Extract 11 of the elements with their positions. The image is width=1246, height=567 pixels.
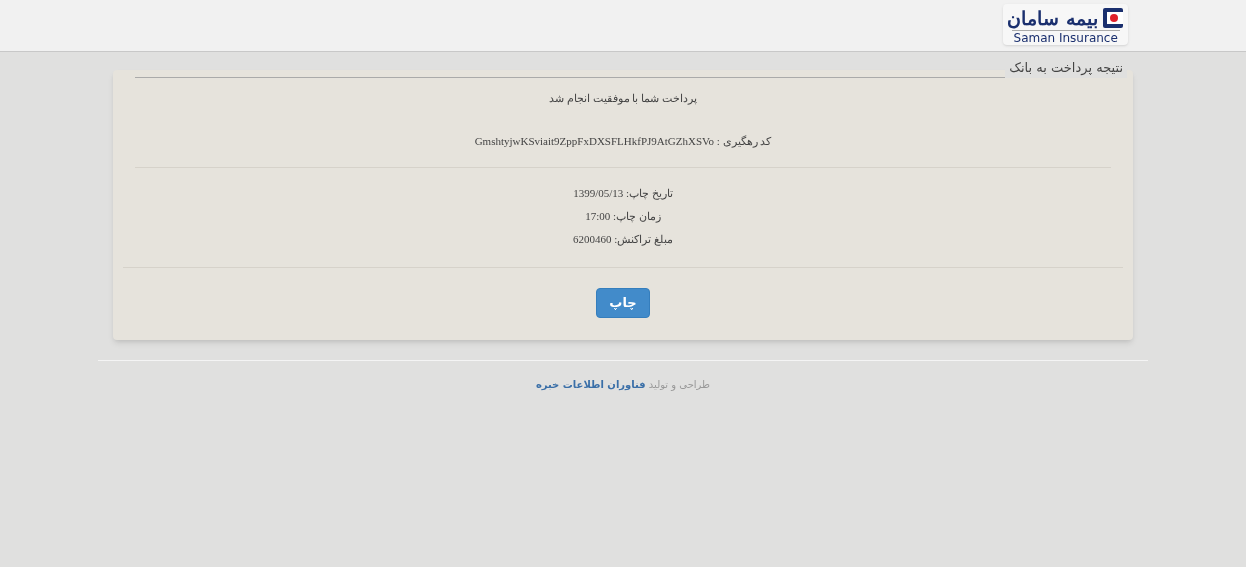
logo-subtitle: Saman Insurance xyxy=(1011,30,1120,45)
tracking-code: کد رهگیری : GmshtyjwKSviait9ZppFxDXSFLHkfPJ9AtGZhXSVo xyxy=(474,133,772,149)
detail-line: زمان چاپ: 17:00 xyxy=(585,209,661,224)
footer-text: طراحی و تولید xyxy=(647,379,711,390)
footer-link[interactable]: فناوران اطلاعات خبره xyxy=(535,379,646,390)
logo-icon xyxy=(1102,7,1124,29)
result-message: پرداخت شما با موفقیت انجام شد xyxy=(549,91,697,107)
detail-line: مبلغ تراکنش: 6200460 xyxy=(572,232,674,247)
print-button[interactable]: چاپ xyxy=(596,288,650,318)
detail-line: تاریخ چاپ: 1399/05/13 xyxy=(573,186,673,201)
logo-text: بیمه سامان xyxy=(1007,6,1098,30)
